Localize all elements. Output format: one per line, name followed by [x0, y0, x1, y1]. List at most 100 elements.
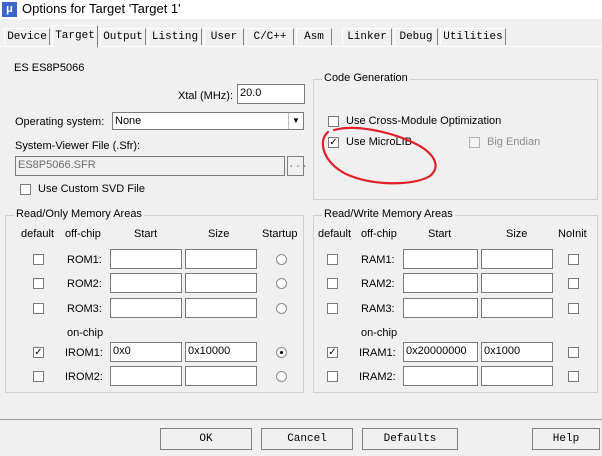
rw-header-offchip: off-chip: [361, 228, 397, 240]
iram1-label: IRAM1:: [359, 347, 396, 359]
big-endian-label: Big Endian: [487, 136, 541, 148]
iram2-default-checkbox[interactable]: [327, 371, 338, 382]
rw-onchip-label: on-chip: [361, 327, 398, 339]
tab-linker[interactable]: Linker: [342, 28, 392, 45]
tab-strip: Device Target Output Listing User C/C++ …: [0, 19, 602, 49]
rom3-size-input[interactable]: [185, 298, 257, 318]
irom2-size-input[interactable]: [185, 366, 257, 386]
irom2-startup-radio[interactable]: [276, 371, 287, 382]
irom1-startup-radio[interactable]: [276, 347, 287, 358]
rw-header-size: Size: [506, 228, 528, 240]
rom2-startup-radio[interactable]: [276, 278, 287, 289]
irom1-label: IROM1:: [65, 347, 103, 359]
radio-selected-dot: [280, 351, 283, 354]
title-bar: μ Options for Target 'Target 1': [0, 0, 602, 19]
ram3-default-checkbox[interactable]: [327, 303, 338, 314]
ro-header-default: default: [21, 228, 55, 240]
irom1-default-checkbox[interactable]: ✓: [33, 347, 44, 358]
tab-user[interactable]: User: [204, 28, 244, 45]
ram1-label: RAM1:: [361, 254, 395, 266]
chevron-down-icon: ▼: [288, 113, 303, 129]
ro-header-size: Size: [208, 228, 230, 240]
tab-utilities[interactable]: Utilities: [440, 28, 506, 45]
rom1-size-input[interactable]: [185, 249, 257, 269]
iram2-noinit-checkbox[interactable]: [568, 371, 579, 382]
ram3-noinit-checkbox[interactable]: [568, 303, 579, 314]
rom3-default-checkbox[interactable]: [33, 303, 44, 314]
bottom-divider: [0, 419, 602, 420]
iram1-size-input[interactable]: 0x1000: [481, 342, 553, 362]
custom-svd-checkbox[interactable]: [20, 184, 31, 195]
iram1-default-checkbox[interactable]: ✓: [327, 347, 338, 358]
ram3-start-input[interactable]: [403, 298, 478, 318]
rom1-start-input[interactable]: [110, 249, 182, 269]
os-select-value: None: [115, 115, 142, 127]
readwrite-memory-title: Read/Write Memory Areas: [322, 208, 455, 220]
rom2-size-input[interactable]: [185, 273, 257, 293]
defaults-button[interactable]: Defaults: [362, 428, 458, 450]
ram1-default-checkbox[interactable]: [327, 254, 338, 265]
window-title: Options for Target 'Target 1': [22, 1, 181, 16]
xtal-input[interactable]: 20.0: [237, 84, 305, 104]
ram1-noinit-checkbox[interactable]: [568, 254, 579, 265]
ro-header-offchip: off-chip: [65, 228, 101, 240]
tab-target[interactable]: Target: [52, 25, 98, 47]
ok-button[interactable]: OK: [160, 428, 252, 450]
irom1-start-input[interactable]: 0x0: [110, 342, 182, 362]
iram2-start-input[interactable]: [403, 366, 478, 386]
irom2-default-checkbox[interactable]: [33, 371, 44, 382]
rom3-startup-radio[interactable]: [276, 303, 287, 314]
irom2-label: IROM2:: [65, 371, 103, 383]
tab-listing[interactable]: Listing: [148, 28, 202, 45]
rom1-label: ROM1:: [67, 254, 102, 266]
ro-onchip-label: on-chip: [67, 327, 104, 339]
iram1-noinit-checkbox[interactable]: [568, 347, 579, 358]
rom3-label: ROM3:: [67, 303, 102, 315]
device-name: ES ES8P5066: [14, 62, 85, 74]
irom1-size-input[interactable]: 0x10000: [185, 342, 257, 362]
red-annotation-circle: [321, 126, 437, 185]
iram2-label: IRAM2:: [359, 371, 396, 383]
help-button[interactable]: Help: [532, 428, 600, 450]
irom2-start-input[interactable]: [110, 366, 182, 386]
rom2-label: ROM2:: [67, 278, 102, 290]
rom1-startup-radio[interactable]: [276, 254, 287, 265]
ram1-start-input[interactable]: [403, 249, 478, 269]
tab-device[interactable]: Device: [4, 28, 50, 45]
code-generation-title: Code Generation: [322, 72, 410, 84]
ram2-label: RAM2:: [361, 278, 395, 290]
xtal-label: Xtal (MHz):: [178, 90, 233, 102]
os-select[interactable]: None ▼: [112, 112, 304, 130]
ram2-size-input[interactable]: [481, 273, 553, 293]
rom3-start-input[interactable]: [110, 298, 182, 318]
sysviewer-label: System-Viewer File (.Sfr):: [15, 140, 141, 152]
custom-svd-label: Use Custom SVD File: [38, 183, 145, 195]
sysviewer-input[interactable]: ES8P5066.SFR: [15, 156, 285, 176]
ram3-label: RAM3:: [361, 303, 395, 315]
iram1-start-input[interactable]: 0x20000000: [403, 342, 478, 362]
big-endian-checkbox[interactable]: [469, 137, 480, 148]
tab-asm[interactable]: Asm: [296, 28, 332, 45]
rom2-default-checkbox[interactable]: [33, 278, 44, 289]
tab-debug[interactable]: Debug: [394, 28, 438, 45]
rom2-start-input[interactable]: [110, 273, 182, 293]
rw-header-default: default: [318, 228, 352, 240]
ram2-start-input[interactable]: [403, 273, 478, 293]
ram3-size-input[interactable]: [481, 298, 553, 318]
app-icon: μ: [2, 2, 17, 17]
ram2-noinit-checkbox[interactable]: [568, 278, 579, 289]
readonly-memory-title: Read/Only Memory Areas: [14, 208, 144, 220]
os-label: Operating system:: [15, 116, 105, 128]
rw-header-noinit: NoInit: [558, 228, 587, 240]
iram2-size-input[interactable]: [481, 366, 553, 386]
tab-output[interactable]: Output: [100, 28, 146, 45]
rw-header-start: Start: [428, 228, 452, 240]
cancel-button[interactable]: Cancel: [261, 428, 353, 450]
ro-header-start: Start: [134, 228, 158, 240]
ram1-size-input[interactable]: [481, 249, 553, 269]
sysviewer-browse-button[interactable]: ...: [287, 156, 308, 176]
tab-cpp[interactable]: C/C++: [246, 28, 294, 45]
rom1-default-checkbox[interactable]: [33, 254, 44, 265]
ro-header-startup: Startup: [262, 228, 298, 240]
ram2-default-checkbox[interactable]: [327, 278, 338, 289]
